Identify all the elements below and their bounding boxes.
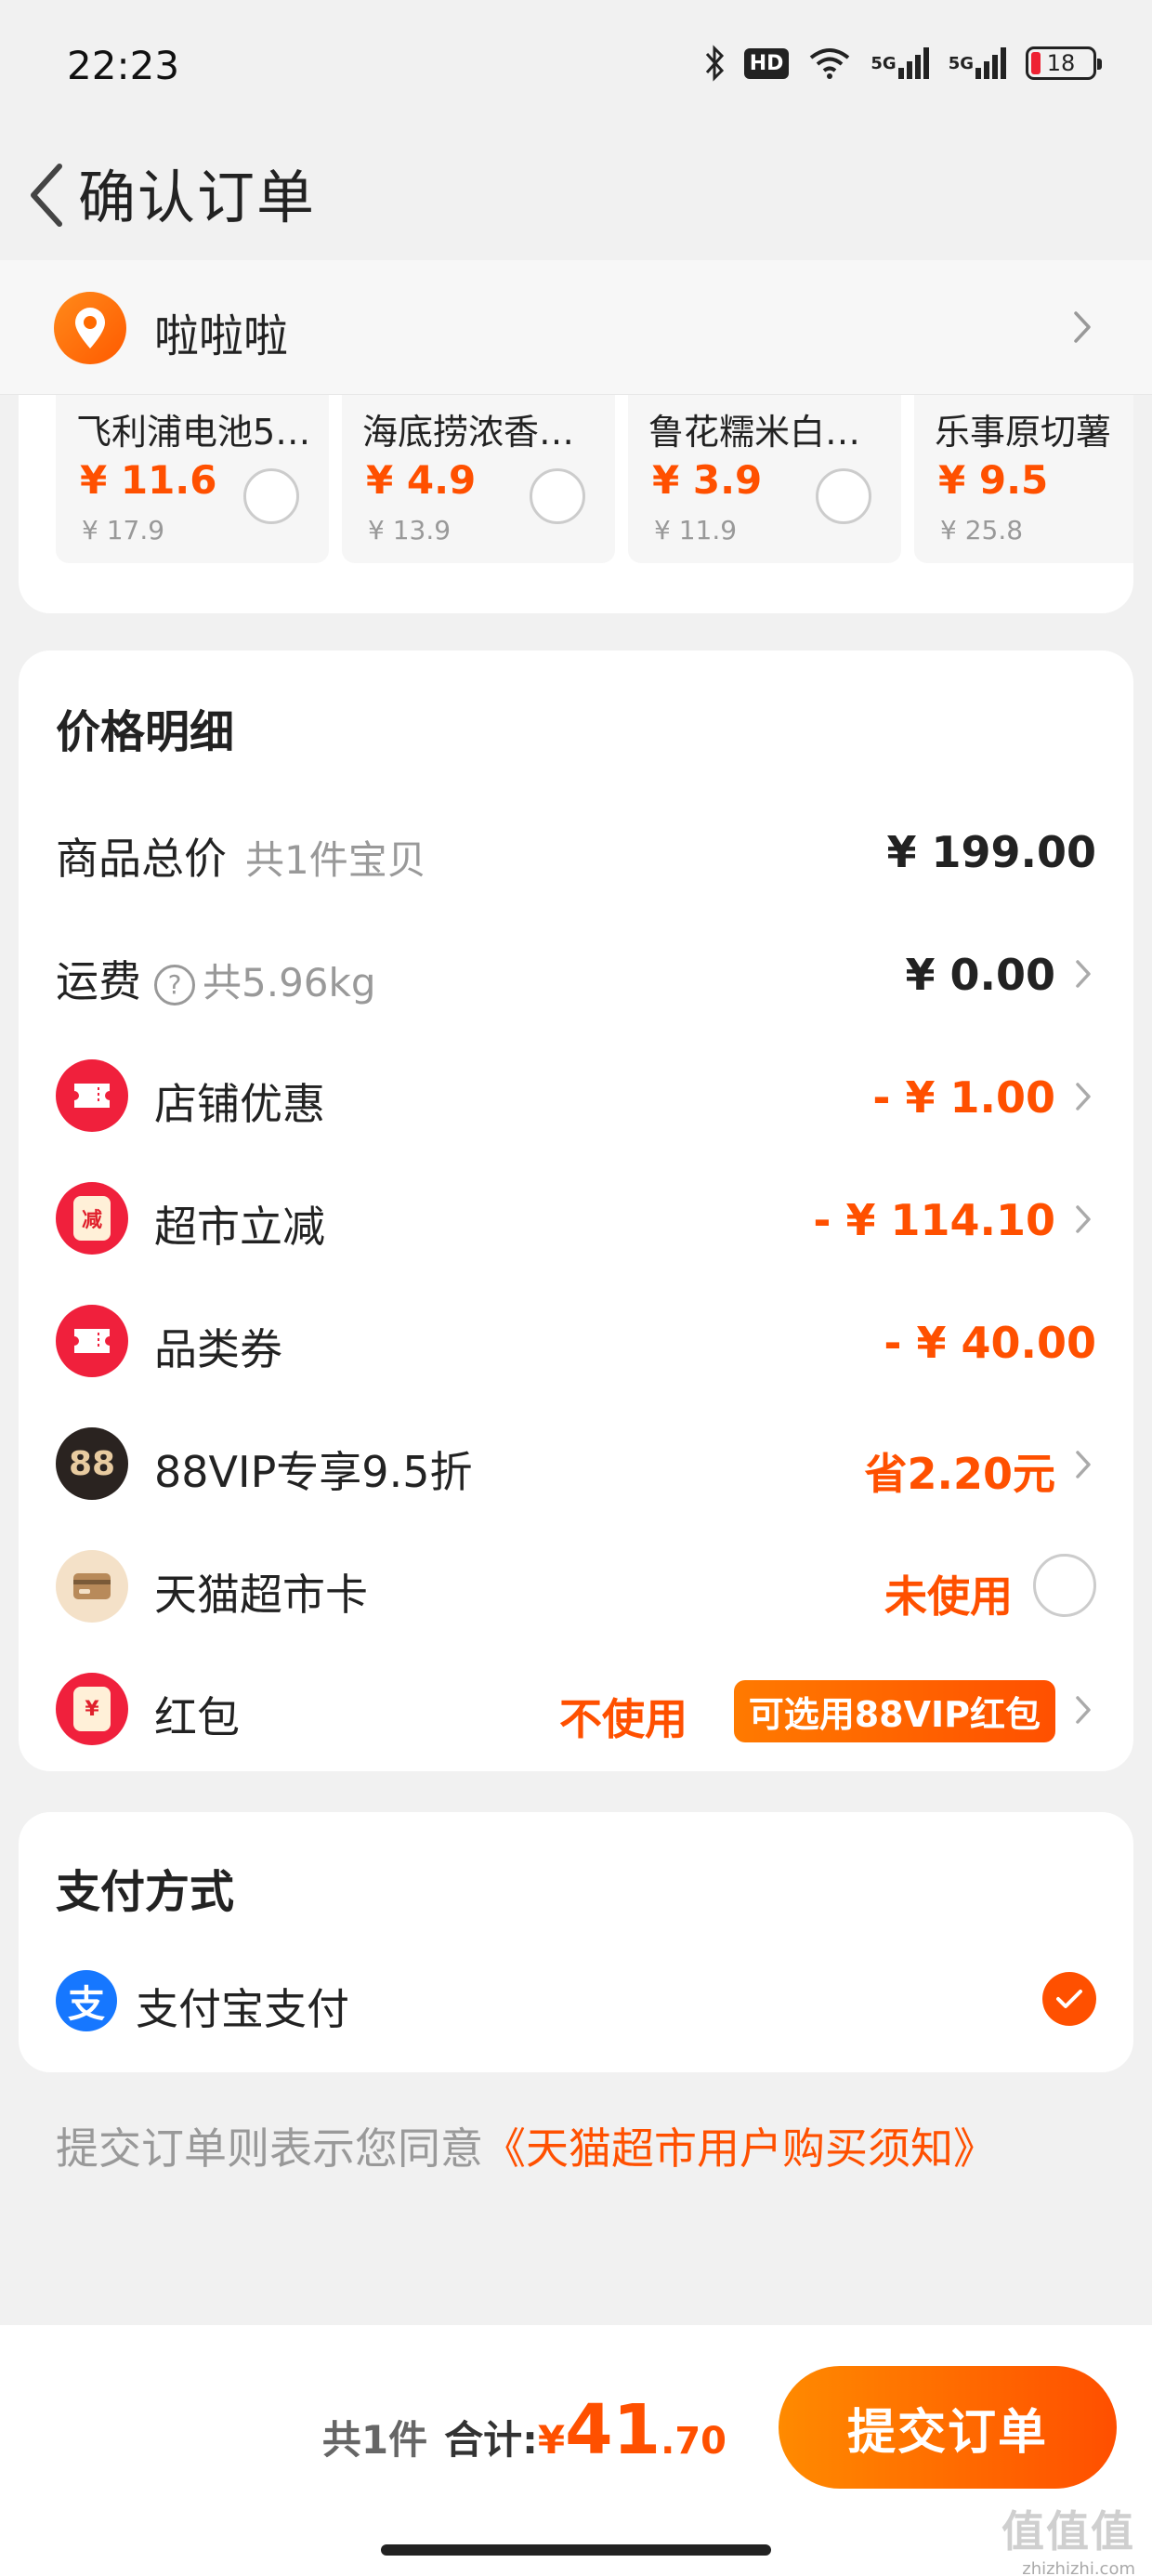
rec-item-name: 海底捞浓香牛... — [362, 412, 604, 453]
recommendation-item[interactable]: 飞利浦电池5/... ¥ 11.6 ¥ 17.9 — [56, 381, 329, 563]
status-bar: 22:23 HD 5G 5G 18 — [0, 0, 1152, 130]
shipping-label: 运费? 共5.96kg — [56, 956, 376, 1006]
chevron-right-icon — [1068, 309, 1096, 346]
signal-icon-2: 5G — [949, 45, 1007, 82]
shop-discount-label: 店铺优惠 — [154, 1079, 325, 1129]
vip-discount-value: 省2.20元 — [864, 1449, 1056, 1499]
tmall-card-radio[interactable] — [1033, 1554, 1096, 1617]
rec-item-original-price: ¥ 25.8 — [940, 515, 1024, 545]
rec-item-name: 鲁花糯米白醋... — [648, 412, 890, 453]
red-packet-reduce-icon: 减 — [56, 1182, 128, 1255]
tmall-card-value: 未使用 — [884, 1571, 1013, 1622]
chevron-right-icon — [1067, 1446, 1100, 1483]
chevron-right-icon — [1067, 955, 1100, 992]
rec-item-price: ¥ 11.6 — [80, 457, 217, 503]
vip-discount-label: 88VIP专享9.5折 — [154, 1447, 473, 1497]
section-title-price: 价格明细 — [56, 706, 235, 758]
red-packet-label: 红包 — [154, 1692, 240, 1742]
chevron-right-icon — [1067, 1201, 1100, 1238]
goods-total-row: 商品总价 共1件宝贝 ¥ 199.00 — [19, 799, 1133, 901]
status-icons: HD 5G 5G 18 — [703, 45, 1102, 82]
chevron-right-icon — [1067, 1078, 1100, 1115]
market-cut-label: 超市立减 — [154, 1202, 325, 1252]
rec-item-original-price: ¥ 17.9 — [82, 515, 165, 545]
card-icon — [56, 1550, 128, 1623]
red-packet-value: 不使用 — [559, 1694, 687, 1744]
address-bar[interactable]: 啦啦啦 — [0, 260, 1152, 395]
price-detail-card: 价格明细 商品总价 共1件宝贝 ¥ 199.00 运费? 共5.96kg ¥ 0.0… — [19, 651, 1133, 1771]
check-icon[interactable] — [1042, 1972, 1096, 2026]
payment-method-label[interactable]: 支付宝支付 — [136, 1976, 349, 2037]
total-amount-integer: 41 — [565, 2390, 661, 2470]
battery-icon: 18 — [1026, 46, 1102, 80]
goods-total-label: 商品总价 共1件宝贝 — [56, 834, 426, 884]
chevron-right-icon — [1067, 1691, 1100, 1728]
wifi-icon — [807, 45, 852, 82]
home-indicator[interactable] — [381, 2544, 771, 2556]
page-title: 确认订单 — [78, 164, 317, 231]
recommendation-item[interactable]: 海底捞浓香牛... ¥ 4.9 ¥ 13.9 — [342, 381, 615, 563]
rec-item-original-price: ¥ 11.9 — [654, 515, 738, 545]
tmall-card-label: 天猫超市卡 — [154, 1570, 368, 1620]
red-packet-icon: ¥ — [56, 1673, 128, 1745]
shipping-row[interactable]: 运费? 共5.96kg ¥ 0.00 — [19, 922, 1133, 1024]
agreement-text: 提交订单则表示您同意《天猫超市用户购买须知》 — [56, 2123, 996, 2174]
rec-item-price: ¥ 3.9 — [652, 457, 763, 503]
tmall-card-row[interactable]: 天猫超市卡 未使用 — [19, 1535, 1133, 1637]
ticket-icon — [56, 1059, 128, 1132]
help-icon[interactable]: ? — [154, 964, 195, 1005]
address-name: 啦啦啦 — [154, 310, 289, 362]
goods-total-value: ¥ 199.00 — [886, 827, 1096, 877]
ticket-icon — [56, 1305, 128, 1377]
shipping-value: ¥ 0.00 — [905, 950, 1055, 1000]
item-count: 共1件 — [321, 2417, 428, 2463]
rec-item-name: 乐事原切薯 — [935, 412, 1112, 453]
category-coupon-row: 品类券 - ¥ 40.00 — [19, 1290, 1133, 1392]
rec-item-price: ¥ 9.5 — [938, 457, 1049, 503]
shop-discount-row[interactable]: 店铺优惠 - ¥ 1.00 — [19, 1045, 1133, 1147]
recommendation-list[interactable]: 飞利浦电池5/... ¥ 11.6 ¥ 17.9 海底捞浓香牛... ¥ 4.9… — [56, 381, 1133, 563]
bottom-bar: 共1件 合计: ¥ 41 .70 提交订单 值值值 zhizhizhi.com — [0, 2325, 1152, 2576]
rec-item-original-price: ¥ 13.9 — [368, 515, 452, 545]
status-time: 22:23 — [67, 43, 180, 88]
signal-icon-1: 5G — [871, 45, 929, 82]
vip-discount-row[interactable]: 88 88VIP专享9.5折 省2.20元 — [19, 1413, 1133, 1515]
back-button[interactable] — [9, 149, 84, 242]
category-coupon-label: 品类券 — [154, 1324, 282, 1374]
recommendation-item[interactable]: 鲁花糯米白醋... ¥ 3.9 ¥ 11.9 — [628, 381, 901, 563]
total-currency: ¥ — [537, 2417, 566, 2463]
order-total: 共1件 合计: ¥ 41 .70 — [322, 2390, 727, 2470]
category-coupon-value: - ¥ 40.00 — [884, 1318, 1096, 1368]
section-title-payment: 支付方式 — [56, 1866, 235, 1918]
recommendation-item[interactable]: 乐事原切薯 ¥ 9.5 ¥ 25.8 — [914, 381, 1133, 563]
payment-card: 支付方式 支 支付宝支付 — [19, 1812, 1133, 2072]
bluetooth-icon — [703, 45, 726, 82]
alipay-icon: 支 — [56, 1970, 117, 2031]
back-arrow-icon — [31, 164, 62, 227]
rec-item-select-radio[interactable] — [243, 468, 299, 524]
rec-item-select-radio[interactable] — [816, 468, 871, 524]
total-label: 合计: — [444, 2417, 538, 2463]
header: 确认订单 — [0, 130, 1152, 260]
agreement-link[interactable]: 《天猫超市用户购买须知》 — [483, 2123, 996, 2174]
total-amount-decimal: .70 — [661, 2420, 727, 2463]
shop-discount-value: - ¥ 1.00 — [872, 1072, 1055, 1123]
vip-88-icon: 88 — [56, 1427, 128, 1500]
red-packet-row[interactable]: ¥ 红包 不使用 可选用88VIP红包 — [19, 1658, 1133, 1760]
rec-item-price: ¥ 4.9 — [366, 457, 477, 503]
location-pin-icon — [54, 292, 126, 364]
watermark: 值值值 zhizhizhi.com — [1001, 2506, 1135, 2576]
rec-item-select-radio[interactable] — [530, 468, 585, 524]
hd-icon: HD — [743, 45, 790, 82]
submit-order-button[interactable]: 提交订单 — [779, 2366, 1117, 2489]
vip-red-packet-tag[interactable]: 可选用88VIP红包 — [733, 1680, 1055, 1742]
rec-item-name: 飞利浦电池5/... — [76, 412, 318, 453]
market-cut-value: - ¥ 114.10 — [813, 1195, 1055, 1245]
market-cut-row[interactable]: 减 超市立减 - ¥ 114.10 — [19, 1167, 1133, 1269]
